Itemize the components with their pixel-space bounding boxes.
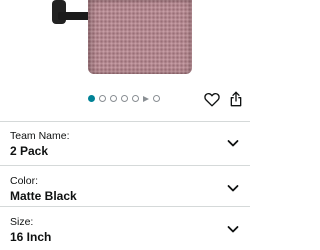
carousel-dot-3[interactable] xyxy=(110,95,117,102)
share-button[interactable] xyxy=(227,90,245,108)
product-image[interactable] xyxy=(0,0,250,86)
carousel-dots xyxy=(88,95,160,102)
carousel-dot-5[interactable] xyxy=(132,95,139,102)
chevron-down-icon xyxy=(227,226,239,233)
carousel-dot-1[interactable] xyxy=(88,95,95,102)
chevron-down-icon xyxy=(227,140,239,147)
favorite-button[interactable] xyxy=(203,90,221,108)
image-carousel-controls xyxy=(0,88,250,112)
carousel-video-icon[interactable] xyxy=(143,95,149,102)
team-name-selector[interactable]: Team Name: 2 Pack xyxy=(0,122,250,164)
carousel-dot-2[interactable] xyxy=(99,95,106,102)
product-page: Team Name: 2 Pack Color: Matte Black Siz… xyxy=(0,0,250,250)
color-selector[interactable]: Color: Matte Black xyxy=(0,167,250,209)
option-value: 2 Pack xyxy=(10,144,49,158)
option-label: Team Name: xyxy=(10,130,70,142)
option-label: Size: xyxy=(10,216,34,228)
heart-icon xyxy=(204,92,220,107)
towel-image xyxy=(88,0,192,74)
carousel-dot-4[interactable] xyxy=(121,95,128,102)
option-value: 16 Inch xyxy=(10,230,52,244)
carousel-dot-7[interactable] xyxy=(153,95,160,102)
share-icon xyxy=(230,91,242,107)
size-selector[interactable]: Size: 16 Inch xyxy=(0,208,250,250)
divider xyxy=(0,206,250,207)
option-label: Color: xyxy=(10,175,39,187)
chevron-down-icon xyxy=(227,185,239,192)
divider xyxy=(0,165,250,166)
option-value: Matte Black xyxy=(10,189,77,203)
